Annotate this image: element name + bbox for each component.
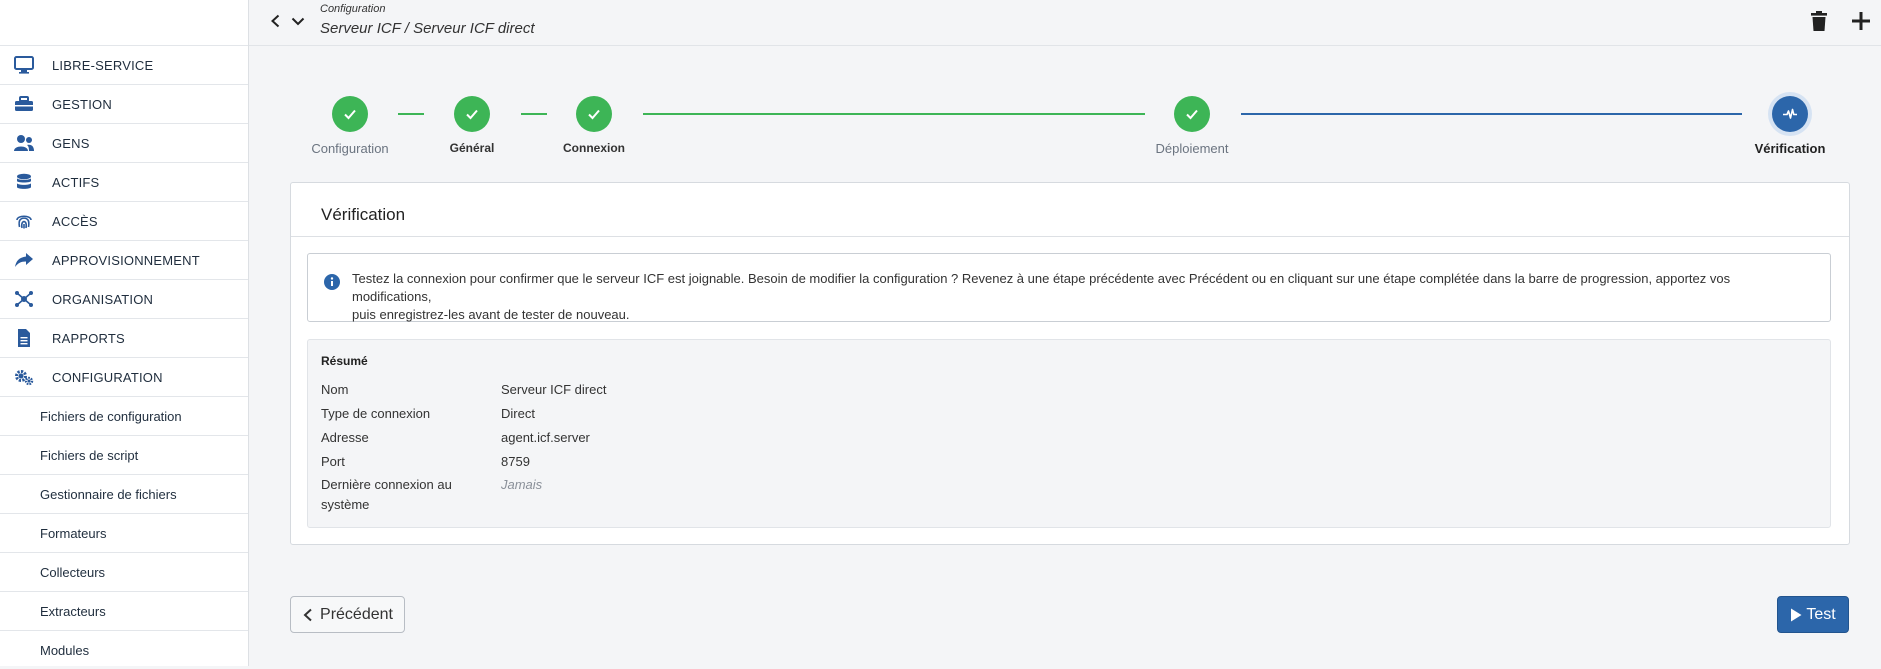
sidebar-subitem-extracteurs[interactable]: Extracteurs [0, 591, 248, 630]
sidebar-item-label: RAPPORTS [52, 330, 125, 346]
chevron-down-icon[interactable] [291, 14, 305, 33]
summary-key: Dernière connexion au système [321, 477, 452, 512]
sidebar-subitem-fichiers-de-configuration[interactable]: Fichiers de configuration [0, 396, 248, 435]
sidebar-item-rapports[interactable]: RAPPORTS [0, 318, 248, 357]
info-text-line: Testez la connexion pour confirmer que l… [352, 271, 1731, 304]
sidebar-item-gestion[interactable]: GESTION [0, 84, 248, 123]
info-text: Testez la connexion pour confirmer que l… [352, 270, 1792, 324]
document-icon [12, 328, 36, 348]
sidebar-item-label: CONFIGURATION [52, 369, 163, 385]
summary-value: Jamais [501, 477, 543, 492]
sidebar-item-gens[interactable]: GENS [0, 123, 248, 162]
breadcrumb-parent[interactable]: Configuration [320, 3, 385, 15]
check-icon [588, 109, 600, 120]
top-header: Configuration Serveur ICF / Serveur ICF … [249, 0, 1881, 46]
info-icon [324, 274, 340, 290]
sidebar-subitem-collecteurs[interactable]: Collecteurs [0, 552, 248, 591]
fingerprint-icon [12, 211, 36, 231]
summary-title: Résumé [321, 354, 368, 368]
test-button-label: Test [1806, 605, 1836, 623]
trash-icon[interactable] [1807, 9, 1831, 38]
heartbeat-icon [1783, 108, 1797, 119]
monitor-icon [12, 55, 36, 75]
summary-key: Nom [321, 382, 349, 397]
test-button[interactable]: Test [1777, 596, 1849, 633]
summary-value: 8759 [501, 454, 530, 469]
divider [291, 236, 1849, 237]
people-icon [12, 133, 36, 153]
sidebar: LIBRE-SERVICE GESTION GENS ACTIFS ACCÈS … [0, 0, 249, 666]
sidebar-item-libre-service[interactable]: LIBRE-SERVICE [0, 45, 248, 84]
sidebar-item-actifs[interactable]: ACTIFS [0, 162, 248, 201]
network-icon [12, 289, 36, 309]
back-chevron-icon[interactable] [269, 14, 283, 33]
verification-card: Vérification Testez la connexion pour co… [290, 182, 1850, 545]
sidebar-item-label: LIBRE-SERVICE [52, 57, 154, 73]
sidebar-subitem-modules[interactable]: Modules [0, 630, 248, 669]
toolbox-icon [12, 94, 36, 114]
step-connector [521, 113, 547, 115]
step-deploiement[interactable] [1174, 96, 1210, 132]
step-connector [643, 113, 1145, 115]
sidebar-subitem-fichiers-de-script[interactable]: Fichiers de script [0, 435, 248, 474]
info-alert: Testez la connexion pour confirmer que l… [307, 253, 1831, 322]
step-label: Déploiement [1155, 141, 1229, 156]
sidebar-item-label: GESTION [52, 96, 112, 112]
check-icon [344, 109, 356, 120]
step-connexion[interactable] [576, 96, 612, 132]
sidebar-item-label: ORGANISATION [52, 291, 154, 307]
sidebar-item-approvisionnement[interactable]: APPROVISIONNEMENT [0, 240, 248, 279]
database-icon [12, 172, 36, 192]
sidebar-subitem-formateurs[interactable]: Formateurs [0, 513, 248, 552]
summary-key: Port [321, 454, 345, 469]
check-icon [1186, 109, 1198, 120]
sidebar-item-label: ACTIFS [52, 174, 100, 190]
step-general[interactable] [454, 96, 490, 132]
share-icon [12, 250, 36, 270]
history-nav [269, 14, 305, 33]
step-label: Connexion [563, 141, 625, 155]
step-connector [398, 113, 424, 115]
card-title: Vérification [321, 205, 406, 224]
previous-button[interactable]: Précédent [290, 596, 405, 633]
summary-value: Direct [501, 406, 535, 421]
chevron-left-icon [303, 608, 312, 621]
sidebar-item-label: APPROVISIONNEMENT [52, 252, 200, 268]
summary-key: Type de connexion [321, 406, 431, 421]
step-verification[interactable] [1772, 96, 1808, 132]
step-configuration[interactable] [332, 96, 368, 132]
step-label: Vérification [1754, 141, 1826, 156]
summary-key: Adresse [321, 430, 369, 445]
page-title: Serveur ICF / Serveur ICF direct [320, 20, 535, 37]
sidebar-item-configuration[interactable]: CONFIGURATION [0, 357, 248, 396]
sidebar-item-label: ACCÈS [52, 213, 98, 229]
summary-value: agent.icf.server [501, 430, 590, 445]
play-icon [1791, 608, 1802, 621]
info-text-line: puis enregistrez-les avant de tester de … [352, 307, 630, 322]
check-icon [466, 109, 478, 120]
step-connector [1241, 113, 1742, 115]
sidebar-top [0, 0, 248, 45]
sidebar-item-label: GENS [52, 135, 90, 151]
previous-button-label: Précédent [320, 605, 393, 623]
summary-panel: Résumé Nom Serveur ICF direct Type de co… [307, 339, 1831, 528]
sidebar-subitem-gestionnaire-de-fichiers[interactable]: Gestionnaire de fichiers [0, 474, 248, 513]
sidebar-item-acces[interactable]: ACCÈS [0, 201, 248, 240]
gears-icon [12, 367, 36, 387]
summary-value: Serveur ICF direct [501, 382, 607, 397]
header-actions [1807, 9, 1873, 38]
plus-icon[interactable] [1849, 9, 1873, 38]
sidebar-item-organisation[interactable]: ORGANISATION [0, 279, 248, 318]
